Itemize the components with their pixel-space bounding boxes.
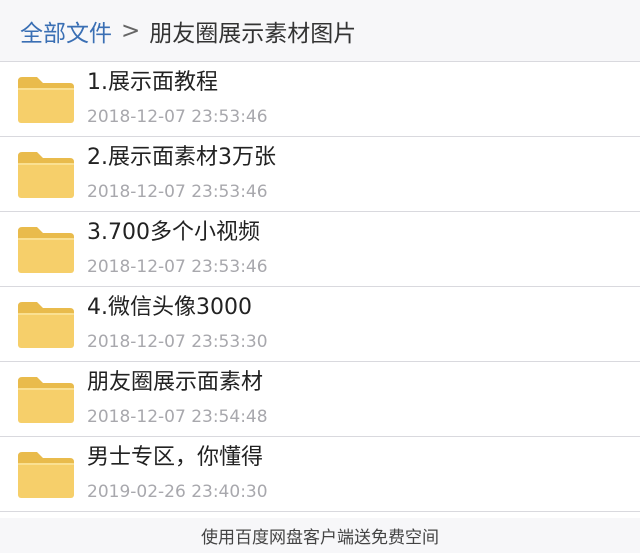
file-list: 1.展示面教程 2018-12-07 23:53:46 2.展示面素材3万张 2… bbox=[0, 62, 640, 512]
file-name: 朋友圈展示面素材 bbox=[87, 370, 264, 395]
file-name: 男士专区，你懂得 bbox=[87, 445, 264, 470]
file-row[interactable]: 2.展示面素材3万张 2018-12-07 23:53:46 bbox=[0, 137, 640, 212]
folder-icon bbox=[16, 150, 76, 200]
file-timestamp: 2018-12-07 23:53:46 bbox=[87, 257, 268, 277]
folder-icon bbox=[16, 225, 76, 275]
file-timestamp: 2018-12-07 23:53:46 bbox=[87, 107, 268, 127]
file-name: 2.展示面素材3万张 bbox=[87, 145, 276, 170]
file-timestamp: 2019-02-26 23:40:30 bbox=[87, 482, 268, 502]
file-row[interactable]: 3.700多个小视频 2018-12-07 23:53:46 bbox=[0, 212, 640, 287]
breadcrumb-root-link[interactable]: 全部文件 bbox=[20, 14, 112, 48]
file-timestamp: 2018-12-07 23:53:30 bbox=[87, 332, 268, 352]
file-name: 4.微信头像3000 bbox=[87, 295, 252, 320]
footer-promo[interactable]: 使用百度网盘客户端送免费空间 bbox=[0, 518, 640, 553]
folder-icon bbox=[16, 375, 76, 425]
breadcrumb-current-folder: 朋友圈展示素材图片 bbox=[149, 20, 357, 47]
breadcrumb: 全部文件 > 朋友圈展示素材图片 bbox=[0, 0, 640, 62]
file-timestamp: 2018-12-07 23:54:48 bbox=[87, 407, 268, 427]
breadcrumb-separator: > bbox=[121, 17, 141, 44]
file-row[interactable]: 男士专区，你懂得 2019-02-26 23:40:30 bbox=[0, 437, 640, 512]
file-name: 1.展示面教程 bbox=[87, 70, 218, 95]
file-row[interactable]: 1.展示面教程 2018-12-07 23:53:46 bbox=[0, 62, 640, 137]
file-name: 3.700多个小视频 bbox=[87, 220, 260, 245]
folder-icon bbox=[16, 450, 76, 500]
folder-icon bbox=[16, 75, 76, 125]
folder-icon bbox=[16, 300, 76, 350]
file-row[interactable]: 4.微信头像3000 2018-12-07 23:53:30 bbox=[0, 287, 640, 362]
footer-promo-text: 使用百度网盘客户端送免费空间 bbox=[201, 528, 439, 548]
file-row[interactable]: 朋友圈展示面素材 2018-12-07 23:54:48 bbox=[0, 362, 640, 437]
file-timestamp: 2018-12-07 23:53:46 bbox=[87, 182, 268, 202]
